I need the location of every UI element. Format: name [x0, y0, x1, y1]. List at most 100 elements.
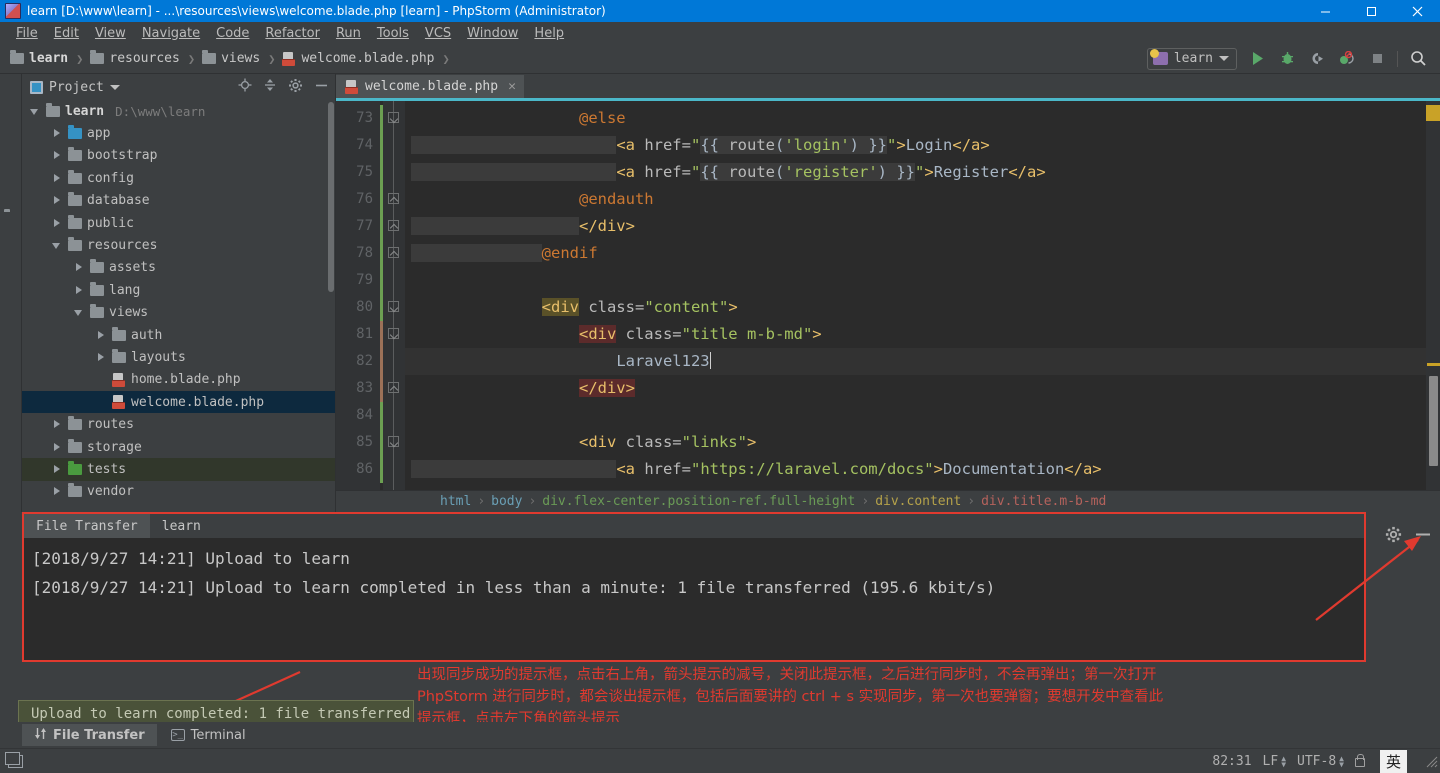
fold-marker-icon[interactable]: [388, 112, 399, 123]
code-line-80[interactable]: <div class="content">: [405, 294, 1426, 321]
code-text[interactable]: @else <a href="{{ route('login') }}">Log…: [405, 101, 1426, 490]
file-transfer-log[interactable]: [2018/9/27 14:21] Upload to learn [2018/…: [24, 538, 1364, 660]
tree-item-lang[interactable]: lang: [22, 279, 335, 301]
code-line-81[interactable]: <div class="title m-b-md">: [405, 321, 1426, 348]
fold-marker-icon[interactable]: [388, 328, 399, 339]
project-panel-title[interactable]: Project: [30, 80, 120, 95]
run-with-coverage-icon[interactable]: [1307, 49, 1327, 69]
menu-help[interactable]: Help: [526, 24, 572, 43]
tree-item-welcome-blade[interactable]: welcome.blade.php: [22, 391, 335, 414]
locate-icon[interactable]: [238, 78, 252, 96]
tree-item-home-blade[interactable]: home.blade.php: [22, 369, 335, 391]
code-line-74[interactable]: <a href="{{ route('login') }}">Login</a>: [405, 132, 1426, 159]
hide-panel-icon[interactable]: [314, 78, 329, 97]
collapse-all-icon[interactable]: [263, 78, 277, 96]
hide-panel-icon[interactable]: [1414, 526, 1432, 547]
code-line-84[interactable]: [405, 402, 1426, 429]
unlocked-icon[interactable]: [1354, 754, 1365, 767]
project-tree[interactable]: learn D:\www\learn app bootstrap config: [22, 100, 335, 512]
code-line-83[interactable]: </div>: [405, 375, 1426, 402]
chevron-right-icon[interactable]: [52, 173, 63, 184]
chevron-down-icon[interactable]: [30, 106, 41, 117]
navbar-crumb-learn[interactable]: learn ❯: [10, 50, 90, 66]
code-line-82[interactable]: Laravel123: [405, 348, 1426, 375]
menu-edit[interactable]: Edit: [46, 24, 87, 43]
tree-item-tests[interactable]: tests: [22, 458, 335, 481]
chevron-right-icon[interactable]: [96, 330, 107, 341]
bottom-button-terminal[interactable]: >_ Terminal: [159, 724, 258, 746]
search-everywhere-icon[interactable]: [1408, 49, 1428, 69]
tree-item-bootstrap[interactable]: bootstrap: [22, 145, 335, 167]
line-separator[interactable]: LF ▲ ▼: [1263, 754, 1286, 769]
tab-file-transfer[interactable]: File Transfer: [24, 514, 150, 538]
tree-item-database[interactable]: database: [22, 190, 335, 212]
chevron-right-icon[interactable]: [52, 128, 63, 139]
tree-item-public[interactable]: public: [22, 212, 335, 234]
chevron-down-icon[interactable]: [74, 307, 85, 318]
chevron-down-icon[interactable]: [109, 84, 120, 90]
tree-item-app[interactable]: app: [22, 122, 335, 144]
error-stripe-marker[interactable]: [1426, 105, 1440, 121]
tree-item-layouts[interactable]: layouts: [22, 346, 335, 368]
navbar-crumb-file[interactable]: welcome.blade.php ❯: [282, 51, 456, 66]
editor-tab-welcome-blade[interactable]: welcome.blade.php ✕: [336, 75, 524, 101]
breadcrumb-title[interactable]: div.title.m-b-md: [981, 494, 1106, 509]
navbar-crumb-resources[interactable]: resources ❯: [90, 50, 202, 66]
tree-item-assets[interactable]: assets: [22, 257, 335, 279]
tree-item-storage[interactable]: storage: [22, 436, 335, 458]
stop-icon[interactable]: [1367, 49, 1387, 69]
tree-item-views[interactable]: views: [22, 302, 335, 324]
code-line-86[interactable]: <a href="https://laravel.com/docs">Docum…: [405, 456, 1426, 483]
code-line-73[interactable]: @else: [405, 105, 1426, 132]
code-line-85[interactable]: <div class="links">: [405, 429, 1426, 456]
caret-position[interactable]: 82:31: [1212, 754, 1251, 769]
fold-marker-icon[interactable]: [388, 220, 399, 231]
code-line-77[interactable]: </div>: [405, 213, 1426, 240]
debug-icon[interactable]: [1277, 49, 1297, 69]
fold-marker-icon[interactable]: [388, 247, 399, 258]
ime-indicator[interactable]: 英: [1379, 749, 1407, 773]
chevron-down-icon[interactable]: [52, 240, 63, 251]
fold-marker-icon[interactable]: [388, 193, 399, 204]
resize-grip-icon[interactable]: [1424, 754, 1438, 768]
chevron-right-icon[interactable]: [52, 150, 63, 161]
code-folding-gutter[interactable]: [383, 101, 405, 490]
run-configuration-selector[interactable]: learn: [1146, 47, 1237, 70]
navbar-crumb-views[interactable]: views ❯: [202, 50, 282, 66]
chevron-right-icon[interactable]: [74, 262, 85, 273]
settings-gear-icon[interactable]: [1385, 526, 1402, 547]
chevron-right-icon[interactable]: [96, 352, 107, 363]
minimize-button[interactable]: [1302, 0, 1348, 22]
fold-marker-icon[interactable]: [388, 301, 399, 312]
fold-marker-icon[interactable]: [388, 382, 399, 393]
code-line-76[interactable]: @endauth: [405, 186, 1426, 213]
code-editor[interactable]: 73 74 75 76 77 78 79 80 81 82 83 84 85 8…: [336, 101, 1440, 490]
chevron-right-icon[interactable]: [52, 419, 63, 430]
tab-learn[interactable]: learn: [150, 514, 213, 538]
file-encoding[interactable]: UTF-8 ▲ ▼: [1297, 754, 1344, 769]
menu-vcs[interactable]: VCS: [417, 24, 459, 43]
tree-item-config[interactable]: config: [22, 167, 335, 189]
fold-marker-icon[interactable]: [388, 436, 399, 447]
code-line-79[interactable]: [405, 267, 1426, 294]
editor-vertical-scrollbar[interactable]: [1429, 376, 1438, 466]
bottom-button-file-transfer[interactable]: File Transfer: [22, 724, 157, 746]
error-stripe-marker[interactable]: [1427, 363, 1440, 366]
run-icon[interactable]: [1247, 49, 1267, 69]
tree-item-vendor[interactable]: vendor: [22, 481, 335, 503]
menu-run[interactable]: Run: [328, 24, 369, 43]
breadcrumb-content[interactable]: div.content: [875, 494, 961, 509]
tree-item-routes[interactable]: routes: [22, 413, 335, 435]
settings-gear-icon[interactable]: [288, 78, 303, 97]
chevron-right-icon[interactable]: [52, 218, 63, 229]
maximize-button[interactable]: [1348, 0, 1394, 22]
chevron-right-icon[interactable]: [74, 285, 85, 296]
menu-code[interactable]: Code: [208, 24, 257, 43]
chevron-right-icon[interactable]: [52, 195, 63, 206]
code-line-78[interactable]: @endif: [405, 240, 1426, 267]
profile-icon[interactable]: [1337, 49, 1357, 69]
tool-windows-icon[interactable]: [5, 751, 23, 768]
menu-tools[interactable]: Tools: [369, 24, 417, 43]
breadcrumb-html[interactable]: html: [440, 494, 471, 509]
close-button[interactable]: [1394, 0, 1440, 22]
